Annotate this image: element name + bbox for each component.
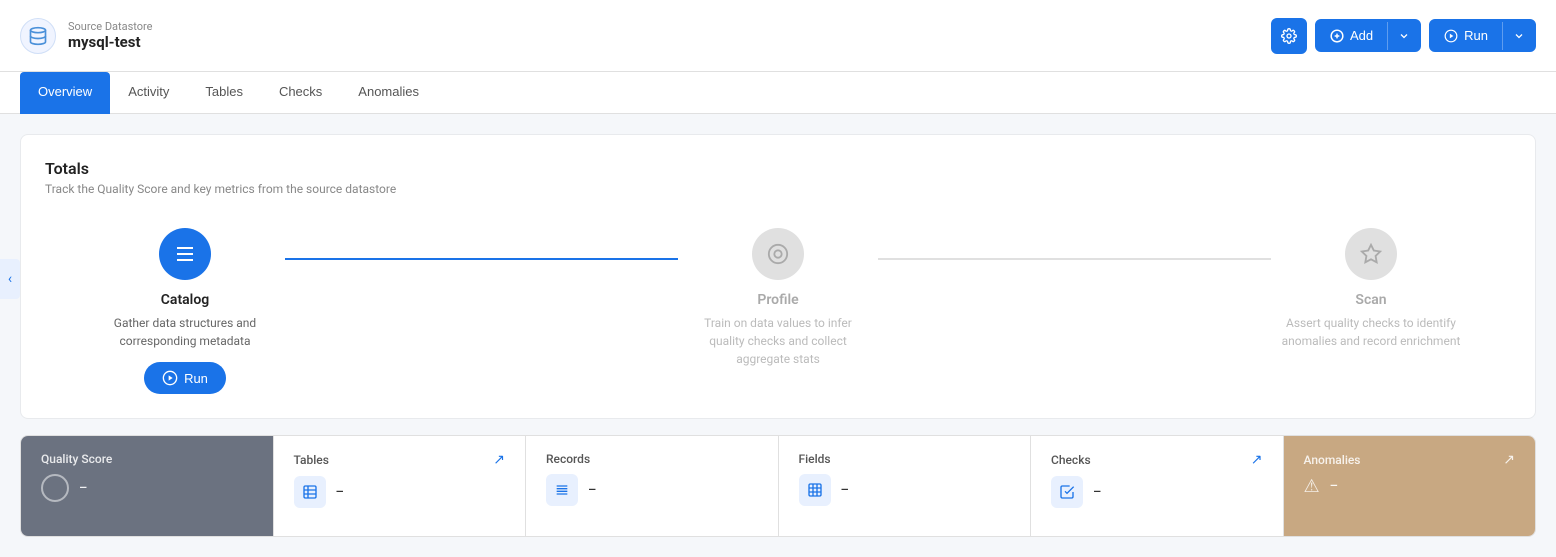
tables-header: Tables ↗ — [294, 452, 506, 468]
fields-body: – — [799, 474, 1011, 506]
anomaly-icon: ⚠ — [1304, 476, 1320, 497]
tables-title: Tables — [294, 453, 329, 467]
metric-anomalies: Anomalies ↗ ⚠ – — [1284, 436, 1536, 536]
pipeline: Catalog Gather data structures and corre… — [45, 228, 1511, 394]
add-dropdown-button[interactable] — [1387, 22, 1420, 50]
profile-desc: Train on data values to infer quality ch… — [688, 314, 868, 368]
back-button[interactable]: ‹ — [0, 259, 20, 299]
quality-score-body: – — [41, 474, 253, 502]
catalog-desc: Gather data structures and corresponding… — [95, 314, 275, 350]
checks-header: Checks ↗ — [1051, 452, 1263, 468]
catalog-circle — [159, 228, 211, 280]
checks-title: Checks — [1051, 453, 1091, 467]
records-icon — [546, 474, 578, 506]
metric-checks: Checks ↗ – — [1031, 436, 1284, 536]
quality-score-value: – — [79, 481, 87, 496]
add-button[interactable]: Add — [1316, 20, 1387, 51]
back-icon: ‹ — [8, 271, 12, 287]
tables-arrow[interactable]: ↗ — [493, 452, 505, 468]
records-title: Records — [546, 452, 590, 466]
metric-records: Records – — [526, 436, 779, 536]
fields-header: Fields — [799, 452, 1011, 466]
checks-arrow[interactable]: ↗ — [1251, 452, 1263, 468]
topbar-left: Source Datastore mysql-test — [20, 18, 153, 54]
totals-subtitle: Track the Quality Score and key metrics … — [45, 182, 1511, 196]
run-button-group: Run — [1429, 19, 1536, 52]
records-value: – — [588, 483, 596, 498]
records-header: Records — [546, 452, 758, 466]
records-body: – — [546, 474, 758, 506]
metrics-row: Quality Score – Tables ↗ — [20, 435, 1536, 537]
add-button-group: Add — [1315, 19, 1421, 52]
anomalies-title: Anomalies — [1304, 453, 1361, 467]
checks-icon — [1051, 476, 1083, 508]
scan-circle — [1345, 228, 1397, 280]
pipeline-step-profile: Profile Train on data values to infer qu… — [678, 228, 878, 380]
metric-fields: Fields – — [779, 436, 1032, 536]
pipeline-step-scan: Scan Assert quality checks to identify a… — [1271, 228, 1471, 362]
quality-score-header: Quality Score — [41, 452, 253, 466]
add-label: Add — [1350, 28, 1373, 43]
connector-1 — [285, 258, 678, 260]
profile-circle — [752, 228, 804, 280]
tables-icon — [294, 476, 326, 508]
topbar-right: Add Run — [1271, 18, 1536, 54]
anomalies-arrow[interactable]: ↗ — [1503, 452, 1515, 468]
run-dropdown-button[interactable] — [1502, 22, 1535, 50]
connector-2 — [878, 258, 1271, 260]
run-button[interactable]: Run — [1430, 20, 1502, 51]
checks-value: – — [1093, 485, 1101, 500]
fields-icon — [799, 474, 831, 506]
catalog-run-label: Run — [184, 371, 208, 386]
checks-body: – — [1051, 476, 1263, 508]
datastore-info: Source Datastore mysql-test — [68, 20, 153, 51]
catalog-name: Catalog — [161, 292, 209, 308]
topbar: Source Datastore mysql-test Add — [0, 0, 1556, 72]
fields-value: – — [841, 483, 849, 498]
metric-tables: Tables ↗ – — [274, 436, 527, 536]
scan-name: Scan — [1355, 292, 1386, 308]
datastore-name: mysql-test — [68, 33, 153, 51]
tables-body: – — [294, 476, 506, 508]
tab-anomalies[interactable]: Anomalies — [340, 72, 437, 114]
anomalies-body: ⚠ – — [1304, 476, 1516, 497]
datastore-type: Source Datastore — [68, 20, 153, 33]
tables-value: – — [336, 485, 344, 500]
tab-overview[interactable]: Overview — [20, 72, 110, 114]
main-content: Totals Track the Quality Score and key m… — [0, 114, 1556, 557]
totals-title: Totals — [45, 159, 1511, 178]
nav-tabs: Overview Activity Tables Checks Anomalie… — [0, 72, 1556, 114]
anomalies-value: – — [1330, 479, 1338, 494]
run-label: Run — [1464, 28, 1488, 43]
totals-card: Totals Track the Quality Score and key m… — [20, 134, 1536, 419]
tab-activity[interactable]: Activity — [110, 72, 187, 114]
pipeline-step-catalog: Catalog Gather data structures and corre… — [85, 228, 285, 394]
tab-checks[interactable]: Checks — [261, 72, 340, 114]
anomalies-header: Anomalies ↗ — [1304, 452, 1516, 468]
datastore-icon — [20, 18, 56, 54]
quality-score-title: Quality Score — [41, 452, 112, 466]
profile-name: Profile — [757, 292, 798, 308]
tab-tables[interactable]: Tables — [187, 72, 261, 114]
quality-score-circle — [41, 474, 69, 502]
metric-quality-score: Quality Score – — [21, 436, 274, 536]
fields-title: Fields — [799, 452, 831, 466]
catalog-run-button[interactable]: Run — [144, 362, 226, 394]
scan-desc: Assert quality checks to identify anomal… — [1281, 314, 1461, 350]
settings-button[interactable] — [1271, 18, 1307, 54]
